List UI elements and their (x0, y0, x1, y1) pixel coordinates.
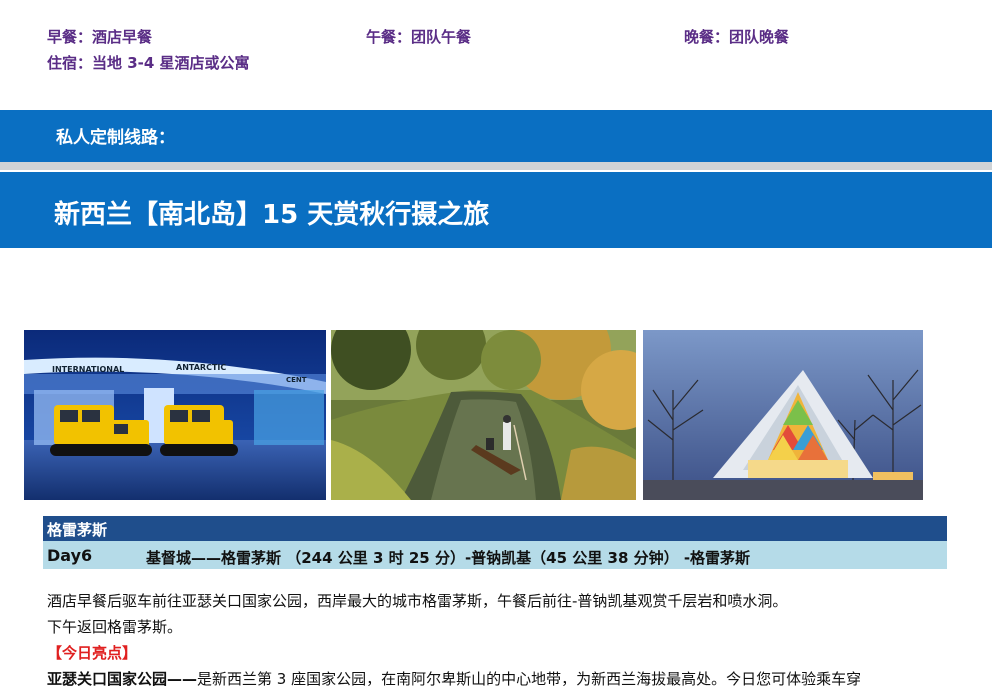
breakfast-info: 早餐：酒店早餐 (47, 28, 153, 46)
lunch-info: 午餐：团队午餐 (366, 28, 472, 46)
photo-river-punting (331, 330, 636, 500)
highlight-text: 是新西兰第 3 座国家公园，在南阿尔卑斯山的中心地带，为新西兰海拔最高处。今日您… (197, 670, 862, 688)
dinner-info: 晚餐：团队晚餐 (684, 28, 790, 46)
photo-cardboard-cathedral (643, 330, 923, 500)
sign-centre: CENT (286, 376, 307, 384)
itinerary-paragraph-1: 酒店早餐后驱车前往亚瑟关口国家公园，西岸最大的城市格雷茅斯，午餐后前往-普钠凯基… (47, 592, 788, 610)
tour-title: 新西兰【南北岛】15 天赏秋行摄之旅 (54, 200, 490, 230)
sign-international: INTERNATIONAL (52, 365, 124, 374)
highlight-name: 亚瑟关口国家公园—— (47, 670, 198, 688)
location-bar (43, 516, 947, 541)
photo-antarctic-centre: INTERNATIONAL ANTARCTIC CENT (24, 330, 326, 500)
itinerary-paragraph-2: 下午返回格雷茅斯。 (47, 618, 183, 636)
lodging-info: 住宿：当地 3-4 星酒店或公寓 (47, 54, 250, 72)
day-route: 基督城——格雷茅斯 （244 公里 3 时 25 分）-普钠凯基（45 公里 3… (146, 549, 751, 567)
route-type-label: 私人定制线路： (56, 128, 175, 148)
location-title: 格雷茅斯 (47, 521, 108, 539)
sign-antarctic: ANTARCTIC (176, 363, 226, 372)
day-number: Day6 (47, 546, 93, 565)
highlight-label: 【今日亮点】 (47, 644, 138, 662)
highlight-line: 亚瑟关口国家公园——是新西兰第 3 座国家公园，在南阿尔卑斯山的中心地带，为新西… (47, 668, 861, 689)
divider-stripe (0, 162, 992, 170)
